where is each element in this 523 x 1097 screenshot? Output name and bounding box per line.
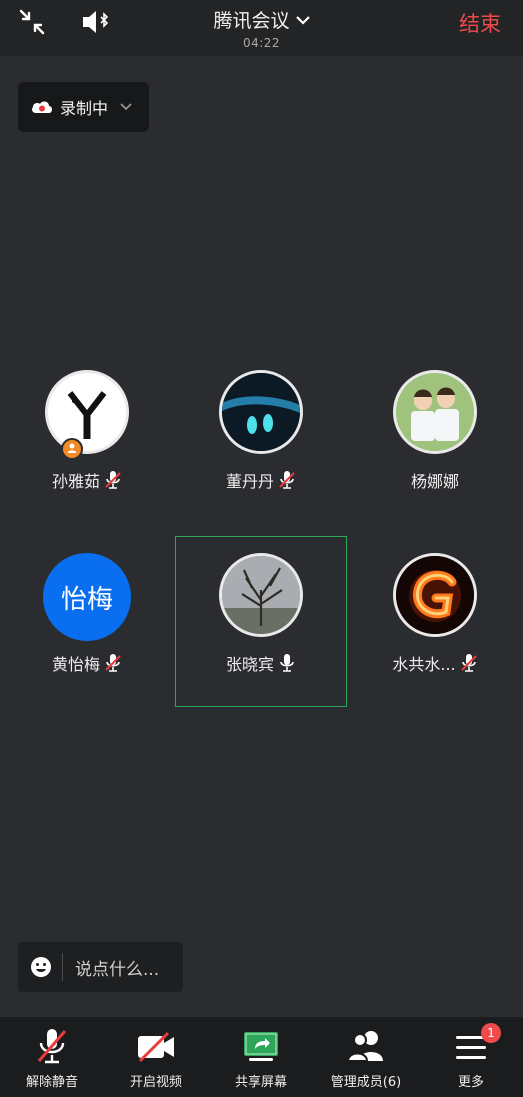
meeting-title-text: 腾讯会议 bbox=[213, 10, 290, 32]
footprints-photo-avatar bbox=[219, 370, 303, 454]
start-video-button[interactable]: 开启视频 bbox=[104, 1027, 208, 1090]
participant-tile[interactable]: 张晓宾 bbox=[201, 553, 321, 675]
chat-placeholder: 说点什么... bbox=[75, 959, 160, 980]
chevron-down-icon bbox=[295, 15, 310, 25]
mic-muted-icon bbox=[279, 471, 295, 489]
participant-name: 董丹丹 bbox=[225, 472, 274, 491]
mic-muted-icon bbox=[37, 1029, 67, 1064]
participant-tile[interactable]: 董丹丹 bbox=[201, 370, 321, 492]
chat-input[interactable]: 说点什么... bbox=[18, 942, 183, 992]
chevron-down-icon bbox=[120, 103, 132, 111]
participant-tile[interactable]: 水共水... bbox=[375, 553, 495, 675]
more-button[interactable]: 1 更多 bbox=[419, 1023, 523, 1090]
recording-badge[interactable]: 录制中 bbox=[18, 82, 149, 132]
participant-name: 张晓宾 bbox=[225, 655, 274, 674]
mic-muted-icon bbox=[105, 471, 121, 489]
host-icon bbox=[61, 438, 83, 460]
logo-y-avatar bbox=[45, 370, 129, 454]
notification-badge: 1 bbox=[481, 1023, 501, 1043]
meeting-timer: 04:22 bbox=[242, 36, 281, 50]
participant-name: 水共水... bbox=[392, 655, 456, 674]
divider bbox=[62, 953, 63, 981]
tree-photo-avatar bbox=[219, 553, 303, 637]
toolbar-label: 更多 bbox=[457, 1075, 484, 1090]
toolbar-label: 管理成员(6) bbox=[330, 1075, 402, 1090]
emoji-icon[interactable] bbox=[30, 956, 52, 978]
participant-tile[interactable]: 杨娜娜 bbox=[375, 370, 495, 492]
bottom-toolbar: 解除静音 开启视频 共享屏幕 管理成员(6) 1 更多 bbox=[0, 1017, 523, 1097]
camera-off-icon bbox=[138, 1031, 174, 1063]
toolbar-label: 开启视频 bbox=[129, 1075, 182, 1090]
fire-letter-g-avatar bbox=[393, 553, 477, 637]
meeting-title[interactable]: 腾讯会议 bbox=[213, 6, 310, 33]
end-meeting-button[interactable]: 结束 bbox=[459, 8, 501, 38]
members-icon bbox=[346, 1031, 383, 1062]
top-bar: 腾讯会议 04:22 结束 bbox=[0, 0, 523, 56]
avatar-initials: 怡梅 bbox=[60, 584, 113, 615]
share-screen-button[interactable]: 共享屏幕 bbox=[209, 1027, 313, 1090]
participant-name: 黄怡梅 bbox=[51, 655, 100, 674]
cloud-record-icon bbox=[32, 101, 52, 113]
participant-tile[interactable]: 怡梅 黄怡梅 bbox=[27, 553, 147, 675]
recording-label: 录制中 bbox=[60, 99, 109, 118]
manage-members-button[interactable]: 管理成员(6) bbox=[314, 1027, 418, 1090]
mic-icon bbox=[280, 654, 294, 672]
share-screen-icon bbox=[244, 1032, 278, 1061]
kids-photo-avatar bbox=[393, 370, 477, 454]
text-avatar: 怡梅 bbox=[43, 553, 131, 641]
mic-muted-icon bbox=[460, 654, 477, 672]
participant-name: 孙雅茹 bbox=[51, 472, 100, 491]
unmute-button[interactable]: 解除静音 bbox=[0, 1027, 104, 1090]
participant-tile[interactable]: 孙雅茹 bbox=[27, 370, 147, 492]
toolbar-label: 解除静音 bbox=[25, 1075, 78, 1090]
participant-name: 杨娜娜 bbox=[410, 472, 459, 491]
toolbar-label: 共享屏幕 bbox=[234, 1075, 287, 1090]
mic-muted-icon bbox=[105, 654, 121, 672]
